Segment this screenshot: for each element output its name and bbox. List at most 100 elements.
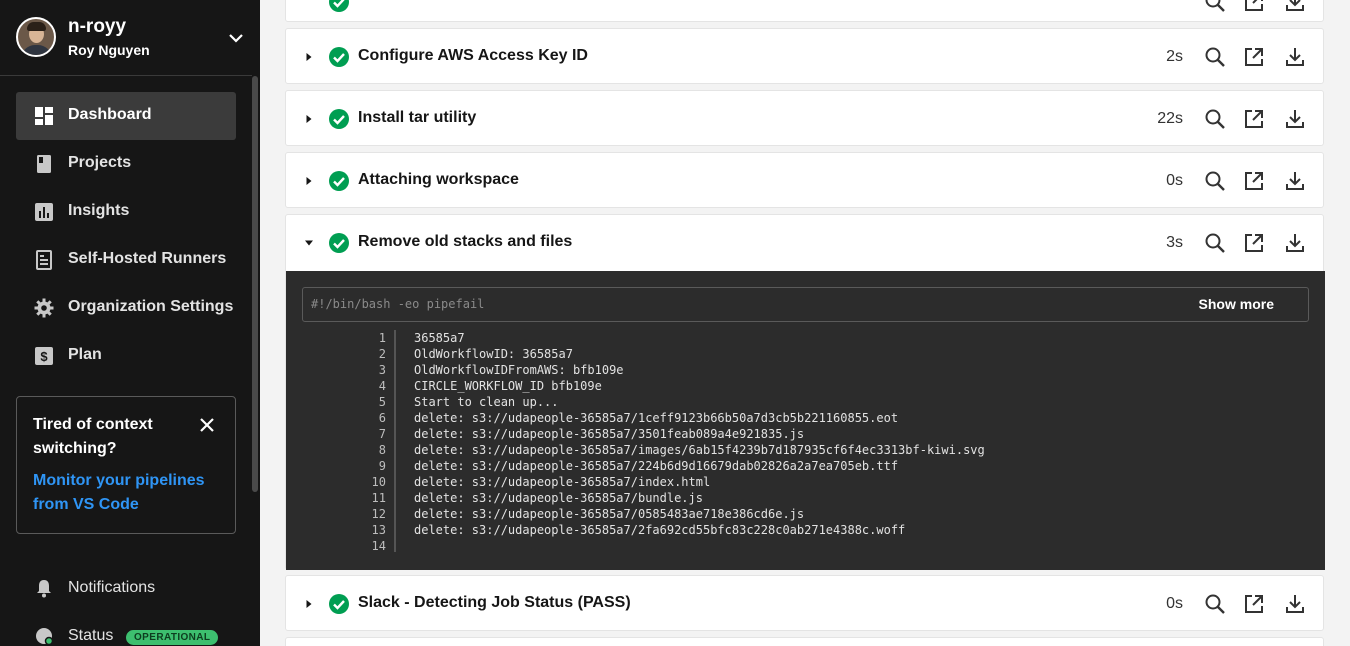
download-icon[interactable] [1284,46,1306,68]
caret-right-icon[interactable] [304,176,314,186]
log-line: OldWorkflowIDFromAWS: bfb109e [414,363,624,377]
step-duration: 0s [1166,172,1183,189]
line-number: 1 [378,331,386,345]
download-icon[interactable] [1284,232,1306,254]
external-link-icon[interactable] [1243,0,1265,13]
download-icon[interactable] [1284,108,1306,130]
show-more-button[interactable]: Show more [1199,296,1274,312]
sidebar-item-status[interactable]: Status OPERATIONAL [16,622,236,646]
sidebar-scrollbar[interactable] [252,76,258,492]
promo-title: Tired of context switching? [33,416,153,457]
external-link-icon[interactable] [1243,232,1265,254]
job-steps-panel: Configure AWS Access Key ID 2s Install t… [260,0,1350,646]
caret-right-icon[interactable] [304,599,314,609]
caret-down-icon[interactable] [304,238,314,248]
download-icon[interactable] [1284,0,1306,13]
step-row[interactable]: Install tar utility 22s [285,90,1324,146]
line-gutter: 1 2 3 4 5 6 7 8 9 10 11 12 13 14 [302,330,396,553]
line-number: 7 [378,427,386,441]
search-icon[interactable] [1204,46,1226,68]
line-number: 9 [378,459,386,473]
line-number: 4 [378,379,386,393]
check-circle-icon [329,0,349,12]
search-icon[interactable] [1204,108,1226,130]
status-badge: OPERATIONAL [126,630,219,645]
step-row[interactable]: Attaching workspace 0s [285,152,1324,208]
line-number: 8 [378,443,386,457]
runners-icon [36,250,52,270]
line-number: 12 [371,507,386,521]
sidebar-item-organization-settings[interactable]: Organization Settings [16,284,236,332]
svg-text:$: $ [40,349,48,364]
step-row-expanded[interactable]: Remove old stacks and files 3s #!/bin/ba… [285,214,1325,570]
sidebar-item-label: Notifications [68,579,156,596]
avatar [16,17,56,57]
sidebar-item-label: Organization Settings [68,298,234,315]
sidebar-item-notifications[interactable]: Notifications [16,574,236,604]
chevron-down-icon[interactable] [226,28,246,48]
line-number: 11 [371,491,386,505]
step-title: Remove old stacks and files [358,233,573,250]
sidebar-item-label: Projects [68,154,132,171]
step-title: Slack - Detecting Job Status (PASS) [358,594,631,611]
sidebar-item-plan[interactable]: $ Plan [16,332,236,380]
sidebar-item-projects[interactable]: Projects [16,140,236,188]
org-switcher[interactable]: n-royy Roy Nguyen [0,0,252,76]
check-circle-icon [329,233,349,253]
log-line: Start to clean up... [414,395,559,409]
insights-icon [35,203,53,221]
log-line: delete: s3://udapeople-36585a7/0585483ae… [414,507,805,521]
step-duration: 2s [1166,48,1183,65]
status-icon [36,628,54,646]
log-line: delete: s3://udapeople-36585a7/1ceff9123… [414,411,899,425]
gear-icon [34,298,54,318]
vscode-promo-card: Tired of context switching? Monitor your… [16,396,236,534]
sidebar-item-insights[interactable]: Insights [16,188,236,236]
command-bar: #!/bin/bash -eo pipefail Show more [302,287,1309,322]
check-circle-icon [329,109,349,129]
step-row[interactable]: Configure AWS Access Key ID 2s [285,28,1324,84]
step-row[interactable] [285,0,1324,22]
search-icon[interactable] [1204,0,1226,13]
caret-right-icon[interactable] [304,114,314,124]
external-link-icon[interactable] [1243,46,1265,68]
step-duration: 22s [1157,110,1183,127]
sidebar-item-label: Status [68,627,114,644]
step-title: Install tar utility [358,109,477,126]
search-icon[interactable] [1204,593,1226,615]
line-number: 13 [371,523,386,537]
external-link-icon[interactable] [1243,593,1265,615]
step-title: Configure AWS Access Key ID [358,47,588,64]
search-icon[interactable] [1204,232,1226,254]
sidebar-item-label: Dashboard [68,106,152,123]
sidebar-item-dashboard[interactable]: Dashboard [16,92,236,140]
caret-right-icon[interactable] [304,52,314,62]
sidebar-item-label: Self-Hosted Runners [68,250,227,267]
log-line: OldWorkflowID: 36585a7 [414,347,573,361]
step-title: Attaching workspace [358,171,519,188]
check-circle-icon [329,594,349,614]
step-row[interactable]: Slack - Detecting Job Status (PASS) 0s [285,575,1324,631]
projects-icon [37,155,51,173]
log-line: delete: s3://udapeople-36585a7/3501feab0… [414,427,805,441]
line-number: 5 [378,395,386,409]
search-icon[interactable] [1204,170,1226,192]
sidebar: n-royy Roy Nguyen Dashboard Projects Ins… [0,0,260,646]
log-line: delete: s3://udapeople-36585a7/2fa692cd5… [414,523,906,537]
line-number: 6 [378,411,386,425]
step-row[interactable] [285,637,1324,646]
log-line: CIRCLE_WORKFLOW_ID bfb109e [414,379,602,393]
command-text: #!/bin/bash -eo pipefail [311,297,485,311]
vscode-promo-link[interactable]: Monitor your pipelines from VS Code [33,469,223,517]
close-icon[interactable] [197,415,217,435]
log-line: delete: s3://udapeople-36585a7/224b6d9d1… [414,459,899,473]
external-link-icon[interactable] [1243,170,1265,192]
bell-icon [37,580,51,598]
sidebar-item-self-hosted-runners[interactable]: Self-Hosted Runners [16,236,236,284]
download-icon[interactable] [1284,593,1306,615]
external-link-icon[interactable] [1243,108,1265,130]
user-name: Roy Nguyen [68,42,150,58]
sidebar-item-label: Insights [68,202,130,219]
download-icon[interactable] [1284,170,1306,192]
org-name: n-royy [68,16,127,37]
